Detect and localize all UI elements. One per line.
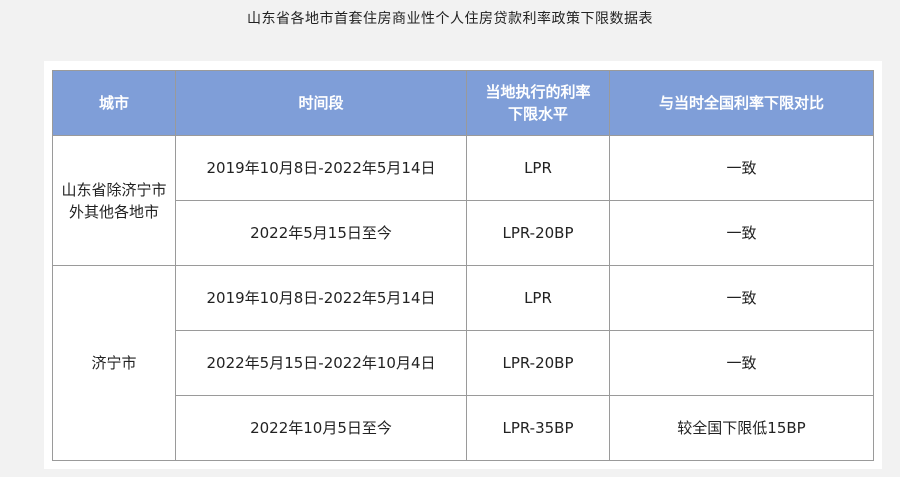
header-period: 时间段 <box>175 70 467 136</box>
city-cell: 山东省除济宁市 外其他各地市 <box>52 135 176 266</box>
page: 山东省各地市首套住房商业性个人住房贷款利率政策下限数据表 城市 时间段 当地执行… <box>0 0 900 477</box>
table-row: 济宁市 2019年10月8日-2022年5月14日 LPR 一致 <box>52 265 874 461</box>
compare-cell: 较全国下限低15BP <box>609 395 874 461</box>
table-header-row: 城市 时间段 当地执行的利率 下限水平 与当时全国利率下限对比 <box>52 70 874 136</box>
page-title: 山东省各地市首套住房商业性个人住房贷款利率政策下限数据表 <box>247 11 653 27</box>
table-row: 2022年10月5日至今 LPR-35BP 较全国下限低15BP <box>53 395 874 461</box>
rate-cell: LPR-20BP <box>466 200 610 266</box>
period-cell: 2022年5月15日至今 <box>175 200 467 266</box>
compare-cell: 一致 <box>609 330 874 396</box>
header-compare: 与当时全国利率下限对比 <box>609 70 874 136</box>
compare-cell: 一致 <box>609 265 874 331</box>
table-card: 城市 时间段 当地执行的利率 下限水平 与当时全国利率下限对比 山东省除济宁市 … <box>44 61 882 469</box>
city-name-line1: 山东省除济宁市 <box>61 180 167 199</box>
compare-cell: 一致 <box>609 135 874 201</box>
header-city: 城市 <box>52 70 176 136</box>
table-row: 2022年5月15日至今 LPR-20BP 一致 <box>53 200 874 266</box>
table-row: 2022年5月15日-2022年10月4日 LPR-20BP 一致 <box>53 330 874 396</box>
period-cell: 2022年5月15日-2022年10月4日 <box>175 330 467 396</box>
city-cell: 济宁市 <box>52 265 176 461</box>
header-rate: 当地执行的利率 下限水平 <box>466 70 610 136</box>
compare-cell: 一致 <box>609 200 874 266</box>
header-rate-line1: 当地执行的利率 <box>485 83 591 101</box>
table-row: 山东省除济宁市 外其他各地市 2019年10月8日-2022年5月14日 LPR… <box>52 135 874 266</box>
rate-cell: LPR <box>466 265 610 331</box>
rate-cell: LPR-20BP <box>466 330 610 396</box>
rate-table: 城市 时间段 当地执行的利率 下限水平 与当时全国利率下限对比 山东省除济宁市 … <box>52 70 874 461</box>
city-name-line2: 外其他各地市 <box>68 202 159 221</box>
rate-cell: LPR-35BP <box>466 395 610 461</box>
period-cell: 2019年10月8日-2022年5月14日 <box>175 265 467 331</box>
rate-cell: LPR <box>466 135 610 201</box>
period-cell: 2022年10月5日至今 <box>175 395 467 461</box>
period-cell: 2019年10月8日-2022年5月14日 <box>175 135 467 201</box>
header-rate-line2: 下限水平 <box>507 105 568 123</box>
